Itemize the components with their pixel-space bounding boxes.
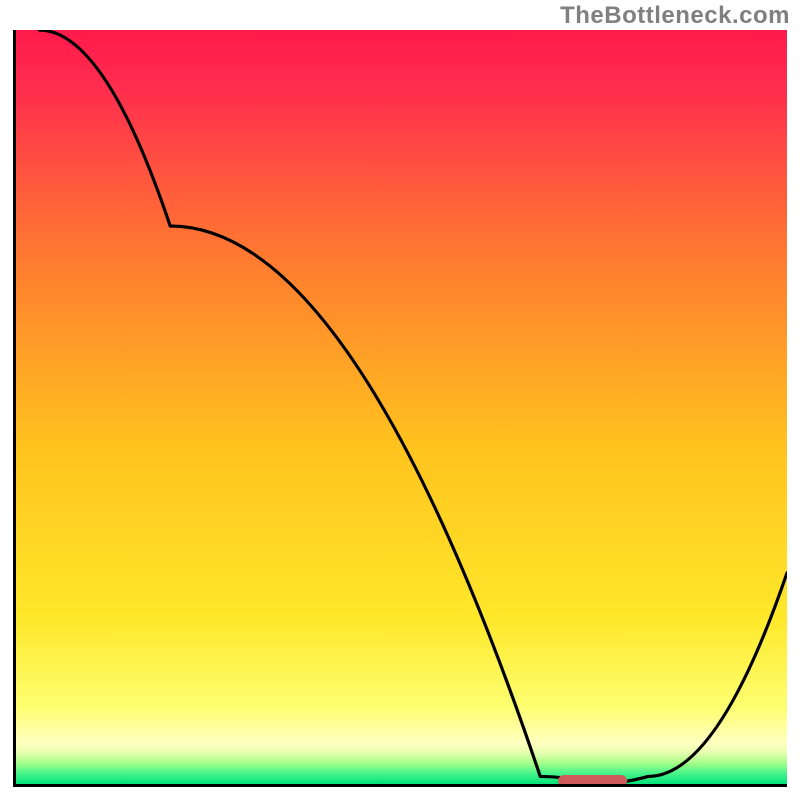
- plot-svg: [16, 30, 787, 784]
- plot-frame: [13, 30, 787, 787]
- optimal-range-marker: [558, 775, 628, 787]
- chart-stage: TheBottleneck.com: [0, 0, 800, 800]
- gradient-background: [16, 30, 787, 784]
- watermark-text: TheBottleneck.com: [560, 2, 790, 30]
